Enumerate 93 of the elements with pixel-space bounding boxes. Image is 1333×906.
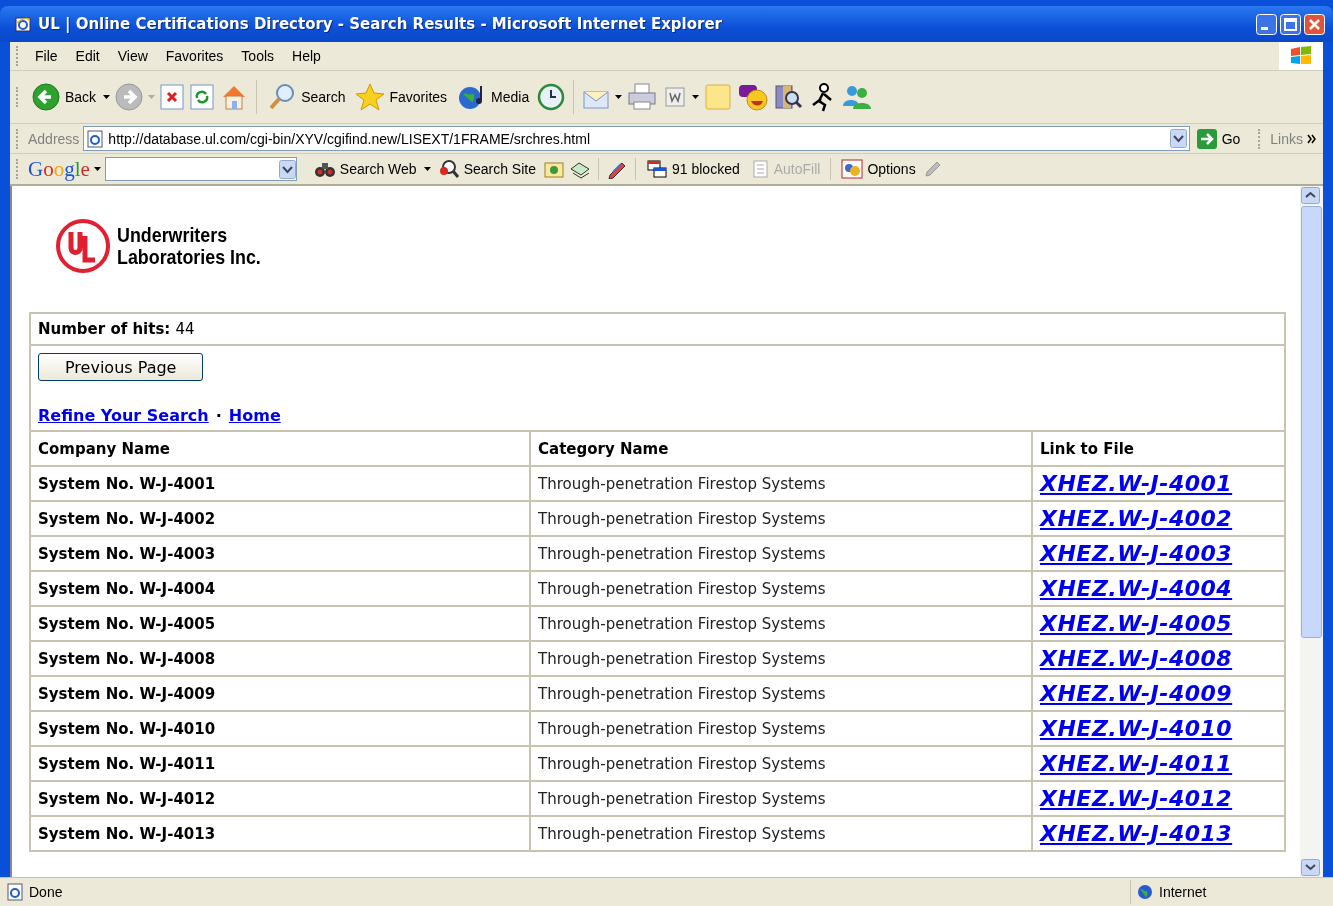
dropdown-caret-icon[interactable]	[692, 95, 700, 99]
table-cell: System No. W-J-4012	[31, 782, 531, 817]
popup-blocker-button[interactable]: 91 blocked	[643, 159, 743, 179]
nav-link[interactable]: Home	[228, 406, 281, 425]
table-cell: Through-penetration Firestop Systems	[531, 782, 1033, 817]
table-cell: Through-penetration Firestop Systems	[531, 467, 1033, 502]
scroll-down-icon[interactable]	[1301, 859, 1320, 876]
minimize-icon[interactable]	[1256, 13, 1277, 35]
table-cell: System No. W-J-4008	[31, 642, 531, 677]
options-icon	[841, 159, 864, 179]
table-cell: Through-penetration Firestop Systems	[531, 572, 1033, 607]
table-cell: System No. W-J-4003	[31, 537, 531, 572]
company-logo-text: Laboratories Inc.	[117, 246, 261, 268]
table-cell: Through-penetration Firestop Systems	[531, 537, 1033, 572]
separator-dot: ·	[215, 406, 222, 425]
menu-item[interactable]: File	[28, 46, 65, 66]
hits-count: 44	[175, 320, 195, 338]
file-link[interactable]: XHEZ.W-J-4008	[1040, 646, 1233, 671]
file-link[interactable]: XHEZ.W-J-4002	[1040, 506, 1233, 531]
company-logo-text: Underwriters	[117, 224, 229, 246]
file-link[interactable]: XHEZ.W-J-4009	[1040, 681, 1233, 706]
table-cell: System No. W-J-4011	[31, 747, 531, 782]
history-clock-icon[interactable]	[536, 82, 567, 112]
table-cell: System No. W-J-4002	[31, 502, 531, 537]
search-field[interactable]	[104, 157, 297, 181]
menu-item[interactable]: Help	[285, 46, 328, 66]
file-link[interactable]: XHEZ.W-J-4004	[1040, 576, 1233, 601]
favorites-button[interactable]: Favorites	[352, 82, 451, 112]
file-link[interactable]: XHEZ.W-J-4005	[1040, 611, 1233, 636]
back-button[interactable]: Back	[28, 82, 100, 112]
table-cell: System No. W-J-4001	[31, 467, 531, 502]
file-link[interactable]: XHEZ.W-J-4011	[1040, 751, 1233, 776]
table-cell: Through-penetration Firestop Systems	[531, 677, 1033, 712]
file-link[interactable]: XHEZ.W-J-4013	[1040, 821, 1233, 846]
smiley-icon[interactable]	[737, 82, 770, 112]
table-cell: Through-penetration Firestop Systems	[531, 712, 1033, 747]
hits-label: Number of hits:	[38, 320, 171, 338]
table-cell: Through-penetration Firestop Systems	[531, 642, 1033, 677]
zone-text: Internet	[1159, 884, 1207, 900]
status-text: Done	[29, 884, 63, 900]
refresh-icon[interactable]	[189, 83, 216, 111]
options-button[interactable]: Options	[838, 159, 919, 179]
menu-item[interactable]: Tools	[234, 46, 282, 66]
go-button[interactable]: Go	[1193, 127, 1255, 150]
search-button[interactable]: Search	[264, 82, 349, 112]
page-icon	[6, 883, 24, 901]
address-label: Address	[28, 130, 80, 147]
menu-item[interactable]: Edit	[68, 46, 107, 66]
media-button[interactable]: Media	[454, 82, 533, 112]
windows-icon	[646, 159, 668, 179]
table-cell: Through-penetration Firestop Systems	[531, 817, 1033, 852]
window-title: UL | Online Certifications Directory - Search Results - Microsoft Internet Explorer	[38, 15, 722, 33]
maximize-icon[interactable]	[1280, 13, 1301, 35]
table-cell: System No. W-J-4013	[31, 817, 531, 852]
book-magnifier-icon[interactable]	[773, 82, 804, 112]
table-cell: System No. W-J-4010	[31, 712, 531, 747]
close-icon[interactable]	[1304, 13, 1325, 35]
search-web-button[interactable]: Search Web	[310, 159, 420, 179]
star-icon	[355, 82, 386, 112]
chevron-icon[interactable]	[1307, 133, 1317, 144]
scroll-up-icon[interactable]	[1301, 187, 1320, 204]
magnifier-icon	[437, 159, 460, 179]
page-icon	[86, 129, 105, 148]
menu-item[interactable]: Favorites	[158, 46, 231, 66]
file-link[interactable]: XHEZ.W-J-4012	[1040, 786, 1233, 811]
column-header: Link to File	[1033, 432, 1284, 467]
column-header: Category Name	[531, 432, 1033, 467]
windows-logo-icon	[1289, 45, 1313, 67]
table-cell: System No. W-J-4005	[31, 607, 531, 642]
address-field[interactable]: http://database.ul.com/cgi-bin/XYV/cgifind.new/LISEXT/1FRAME/srchres.html	[83, 126, 1190, 151]
nav-link[interactable]: Refine Your Search	[38, 406, 209, 425]
browser-icon	[14, 15, 32, 33]
table-cell: System No. W-J-4009	[31, 677, 531, 712]
table-cell: Through-penetration Firestop Systems	[531, 747, 1033, 782]
search-site-button[interactable]: Search Site	[434, 159, 539, 179]
ul-logo-icon	[55, 218, 111, 274]
table-cell: System No. W-J-4004	[31, 572, 531, 607]
scrollbar-thumb[interactable]	[1301, 206, 1322, 638]
dropdown-caret-icon[interactable]	[615, 95, 623, 99]
file-link[interactable]: XHEZ.W-J-4010	[1040, 716, 1233, 741]
dropdown-caret-icon[interactable]	[103, 95, 111, 99]
google-logo[interactable]: Google	[28, 156, 90, 182]
table-cell: Through-penetration Firestop Systems	[531, 502, 1033, 537]
globe-icon	[1137, 884, 1153, 900]
previous-page-button[interactable]: Previous Page	[38, 353, 204, 381]
menu-item[interactable]: View	[110, 46, 155, 66]
dropdown-caret-icon[interactable]	[93, 167, 101, 171]
table-cell: Through-penetration Firestop Systems	[531, 607, 1033, 642]
dropdown-caret-icon[interactable]	[423, 167, 431, 171]
column-header: Company Name	[31, 432, 531, 467]
file-link[interactable]: XHEZ.W-J-4003	[1040, 541, 1233, 566]
stop-icon[interactable]	[159, 83, 186, 111]
file-link[interactable]: XHEZ.W-J-4001	[1040, 471, 1233, 496]
